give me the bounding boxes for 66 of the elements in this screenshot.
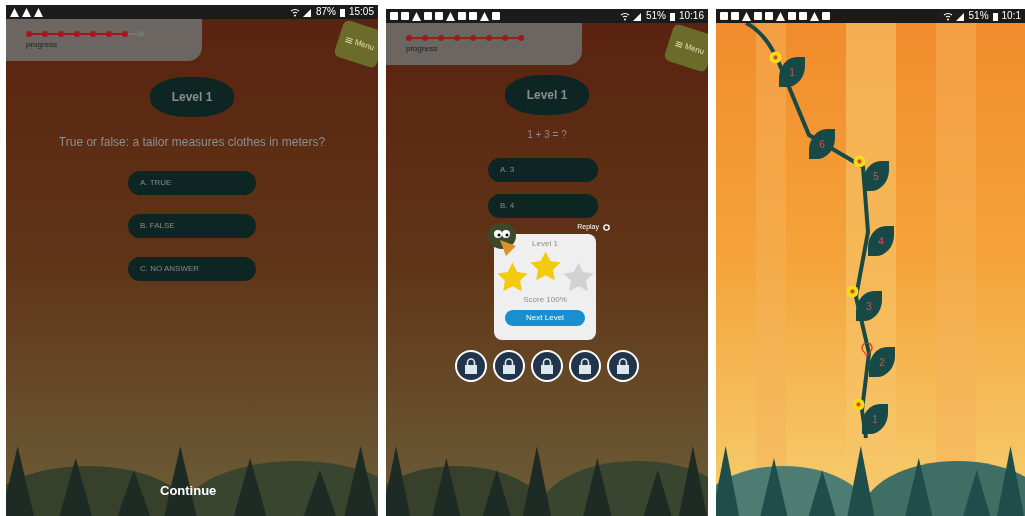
locked-level-button[interactable] — [493, 350, 525, 382]
locked-level-button[interactable] — [531, 350, 563, 382]
signal-icon — [289, 7, 312, 17]
bird-drawing — [486, 222, 518, 258]
clock: 15:05 — [348, 7, 374, 17]
level-leaf[interactable]: 4 — [868, 226, 894, 256]
answer-button[interactable]: B. 4 — [488, 194, 598, 218]
progress-label: progress — [26, 39, 59, 51]
signal-icon — [619, 11, 642, 21]
warning-icon — [776, 11, 785, 21]
level-leaf[interactable]: 1 — [779, 57, 805, 87]
warning-icon — [446, 11, 455, 21]
battery-level: 51% — [645, 11, 666, 21]
lock-icon — [616, 358, 630, 374]
flower-icon — [846, 285, 859, 298]
flower-icon — [853, 155, 866, 168]
warning-icon — [480, 11, 489, 21]
answer-button[interactable]: A. 3 — [488, 158, 598, 182]
answer-button[interactable]: A. TRUE — [128, 171, 256, 195]
menu-icon — [675, 40, 684, 49]
lock-icon — [540, 358, 554, 374]
locked-level-button[interactable] — [569, 350, 601, 382]
battery-icon — [339, 7, 345, 17]
continue-button[interactable]: Continue — [160, 480, 217, 500]
level-badge: Level 1 — [505, 75, 589, 115]
question-text: True or false: a tailor measures clothes in meters? — [58, 134, 326, 151]
signal-icon — [942, 11, 965, 21]
question-text: 1 + 3 = ? — [527, 128, 567, 142]
menu-icon — [345, 36, 354, 45]
battery-icon — [669, 11, 675, 21]
star-icon — [528, 250, 562, 283]
clock: 10:1 — [1001, 11, 1021, 21]
flower-icon — [852, 398, 865, 411]
location-pin-icon — [861, 343, 873, 357]
clock: 10:16 — [678, 11, 704, 21]
battery-level: 51% — [968, 11, 989, 21]
level-leaf[interactable]: 3 — [856, 291, 882, 321]
warning-icon — [742, 11, 751, 21]
dialog-title: Level 1 — [532, 238, 558, 250]
level-leaf[interactable]: 6 — [809, 129, 835, 159]
menu-button[interactable]: Menu — [663, 23, 708, 73]
warning-icon — [810, 11, 819, 21]
lock-icon — [464, 358, 478, 374]
lock-icon — [578, 358, 592, 374]
lock-icon — [502, 358, 516, 374]
star-icon — [561, 261, 595, 294]
level-leaf[interactable]: 5 — [863, 161, 889, 191]
next-level-button[interactable]: Next Level — [505, 310, 585, 326]
locked-level-button[interactable] — [607, 350, 639, 382]
menu-button[interactable]: Menu — [333, 19, 378, 69]
warning-icon — [412, 11, 421, 21]
answer-button[interactable]: C. NO ANSWER — [128, 257, 256, 281]
score-text: Score 100% — [523, 294, 567, 306]
battery-level: 87% — [315, 7, 336, 17]
locked-level-button[interactable] — [455, 350, 487, 382]
progress-label: progress — [406, 43, 439, 55]
notification-icon — [822, 12, 830, 20]
flower-icon — [769, 51, 782, 64]
star-icon — [495, 261, 529, 294]
level-leaf[interactable]: 1 — [862, 404, 888, 434]
battery-icon — [992, 11, 998, 21]
notification-icon — [492, 12, 500, 20]
level-leaf[interactable]: 2 — [869, 347, 895, 377]
level-badge: Level 1 — [150, 77, 234, 117]
answer-button[interactable]: B. FALSE — [128, 214, 256, 238]
replay-icon — [603, 223, 610, 231]
